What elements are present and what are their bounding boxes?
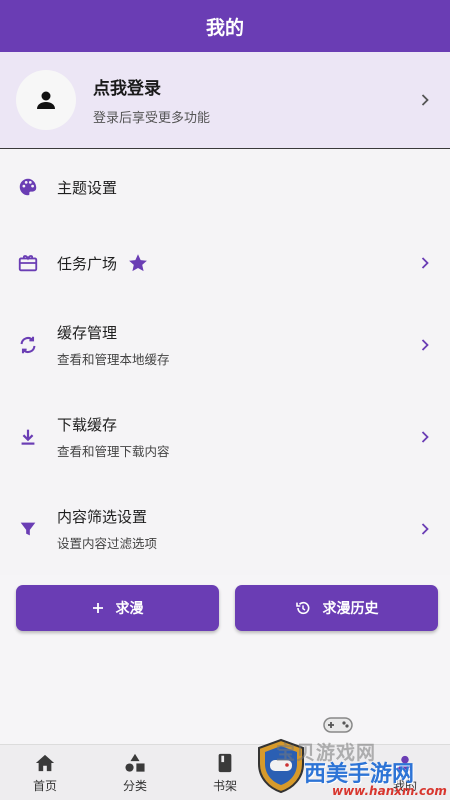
request-history-button[interactable]: 求漫历史 [235, 585, 438, 631]
menu-item-description: 查看和管理本地缓存 [57, 352, 170, 367]
gift-card-icon [17, 252, 39, 274]
menu-item-label: 任务广场 [57, 254, 118, 273]
page-title: 我的 [205, 16, 244, 39]
chevron-right-icon [421, 94, 429, 106]
menu-item-description: 设置内容过滤选项 [57, 536, 158, 551]
tab-home[interactable]: 首页 [0, 745, 90, 800]
plus-icon [92, 602, 104, 614]
avatar[interactable] [16, 70, 76, 130]
tab-label: 首页 [32, 778, 57, 793]
shapes-icon [125, 753, 145, 772]
menu-item-task-square[interactable]: 任务广场 [0, 238, 450, 288]
menu-item-label: 内容筛选设置 [57, 508, 148, 526]
watermark: 宝贝游戏网 西美手游网 www.hanxm.com [252, 712, 450, 800]
chevron-right-icon [421, 523, 429, 535]
menu-item-download-cache[interactable]: 下载缓存 查看和管理下载内容 [0, 412, 450, 462]
star-icon [129, 254, 147, 272]
request-manga-label: 求漫 [115, 601, 144, 617]
history-icon [295, 600, 311, 616]
chevron-right-icon [421, 431, 429, 443]
menu-item-theme[interactable]: 主题设置 [0, 164, 450, 210]
request-history-label: 求漫历史 [322, 601, 379, 617]
menu-item-label: 下载缓存 [57, 416, 118, 434]
download-icon [17, 426, 39, 448]
login-card[interactable]: 点我登录 登录后享受更多功能 [0, 52, 450, 149]
filter-icon [17, 518, 39, 540]
tab-label: 分类 [122, 778, 147, 793]
chevron-right-icon [421, 257, 429, 269]
login-subtitle: 登录后享受更多功能 [93, 111, 211, 126]
settings-menu: 主题设置 任务广场 缓存管理 查看和管理本地缓存 下载缓存 查看和管理下载内容 … [0, 150, 450, 575]
request-manga-button[interactable]: 求漫 [16, 585, 219, 631]
tab-category[interactable]: 分类 [90, 745, 180, 800]
watermark-url: www.hanxm.com [332, 784, 447, 798]
login-title: 点我登录 [93, 79, 161, 99]
tab-label: 书架 [212, 778, 237, 793]
home-icon [35, 754, 55, 771]
menu-item-label: 主题设置 [57, 178, 118, 197]
gamepad-icon [323, 717, 353, 733]
menu-item-content-filter[interactable]: 内容筛选设置 设置内容过滤选项 [0, 504, 450, 554]
menu-item-label: 缓存管理 [57, 324, 118, 342]
app-header: 我的 [0, 0, 450, 52]
chevron-right-icon [421, 339, 429, 351]
sync-icon [17, 334, 39, 356]
person-icon [37, 91, 55, 109]
book-icon [218, 753, 232, 772]
menu-item-cache-management[interactable]: 缓存管理 查看和管理本地缓存 [0, 320, 450, 370]
palette-icon [17, 176, 39, 198]
menu-item-description: 查看和管理下载内容 [57, 444, 170, 459]
